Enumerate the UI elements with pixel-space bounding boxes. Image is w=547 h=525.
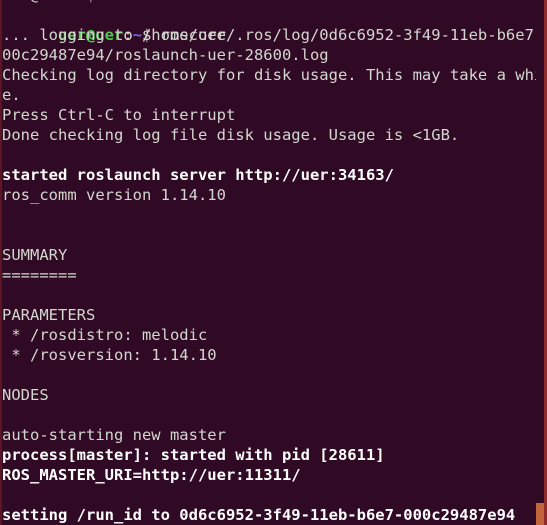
- terminal-line-blank-4: [2, 285, 536, 305]
- terminal-screen[interactable]: uer@uer:~$ uer@uer:~$ roscore ... loggin…: [2, 0, 547, 525]
- terminal-line-logging-to: ... logging to /home/uer/.ros/log/0d6c69…: [2, 26, 547, 44]
- terminal-line-logging-to-wrap: 00c29487e94/roslaunch-uer-28600.log: [2, 46, 329, 64]
- terminal-line-blank-2: [2, 205, 536, 225]
- terminal-line-summary-heading: SUMMARY: [2, 246, 68, 264]
- clipped-scrollback-line: uer@uer:~$: [2, 0, 536, 5]
- terminal-window[interactable]: uer@uer:~$ uer@uer:~$ roscore ... loggin…: [0, 0, 547, 525]
- terminal-output: ... logging to /home/uer/.ros/log/0d6c69…: [2, 25, 547, 525]
- terminal-line-summary-rule: ========: [2, 266, 77, 284]
- terminal-line-blank-1: [2, 145, 536, 165]
- terminal-line-parameters-heading: PARAMETERS: [2, 306, 96, 324]
- terminal-line-auto-starting: auto-starting new master: [2, 426, 226, 444]
- terminal-line-setting-run-id: setting /run_id to 0d6c6952-3f49-11eb-b6…: [2, 506, 516, 524]
- terminal-line-blank-6: [2, 405, 536, 425]
- terminal-line-checking-log: Checking log directory for disk usage. T…: [2, 66, 547, 84]
- scrollbar-track[interactable]: [536, 0, 544, 525]
- terminal-line-blank-5: [2, 365, 536, 385]
- terminal-line-started-roslaunch: started roslaunch server http://uer:3416…: [2, 166, 394, 184]
- terminal-line-param-rosversion: * /rosversion: 1.14.10: [2, 346, 217, 364]
- terminal-line-checking-log-wrap: e.: [2, 86, 21, 104]
- terminal-line-ros-comm-version: ros_comm version 1.14.10: [2, 186, 226, 204]
- scrollbar-thumb[interactable]: [536, 503, 544, 525]
- window-edge-left: [0, 0, 2, 525]
- clipped-scrollback-text: uer@uer:~$: [2, 0, 95, 5]
- terminal-line-blank-7: [2, 485, 536, 505]
- terminal-line-nodes-heading: NODES: [2, 386, 49, 404]
- terminal-line-done-checking: Done checking log file disk usage. Usage…: [2, 126, 460, 144]
- terminal-line-process-master: process[master]: started with pid [28611…: [2, 446, 385, 464]
- terminal-line-ros-master-uri: ROS_MASTER_URI=http://uer:11311/: [2, 466, 301, 484]
- terminal-line-blank-3: [2, 225, 536, 245]
- shell-prompt-line: uer@uer:~$ roscore: [2, 5, 536, 44]
- terminal-line-press-ctrl-c: Press Ctrl-C to interrupt: [2, 106, 236, 124]
- terminal-line-param-rosdistro: * /rosdistro: melodic: [2, 326, 208, 344]
